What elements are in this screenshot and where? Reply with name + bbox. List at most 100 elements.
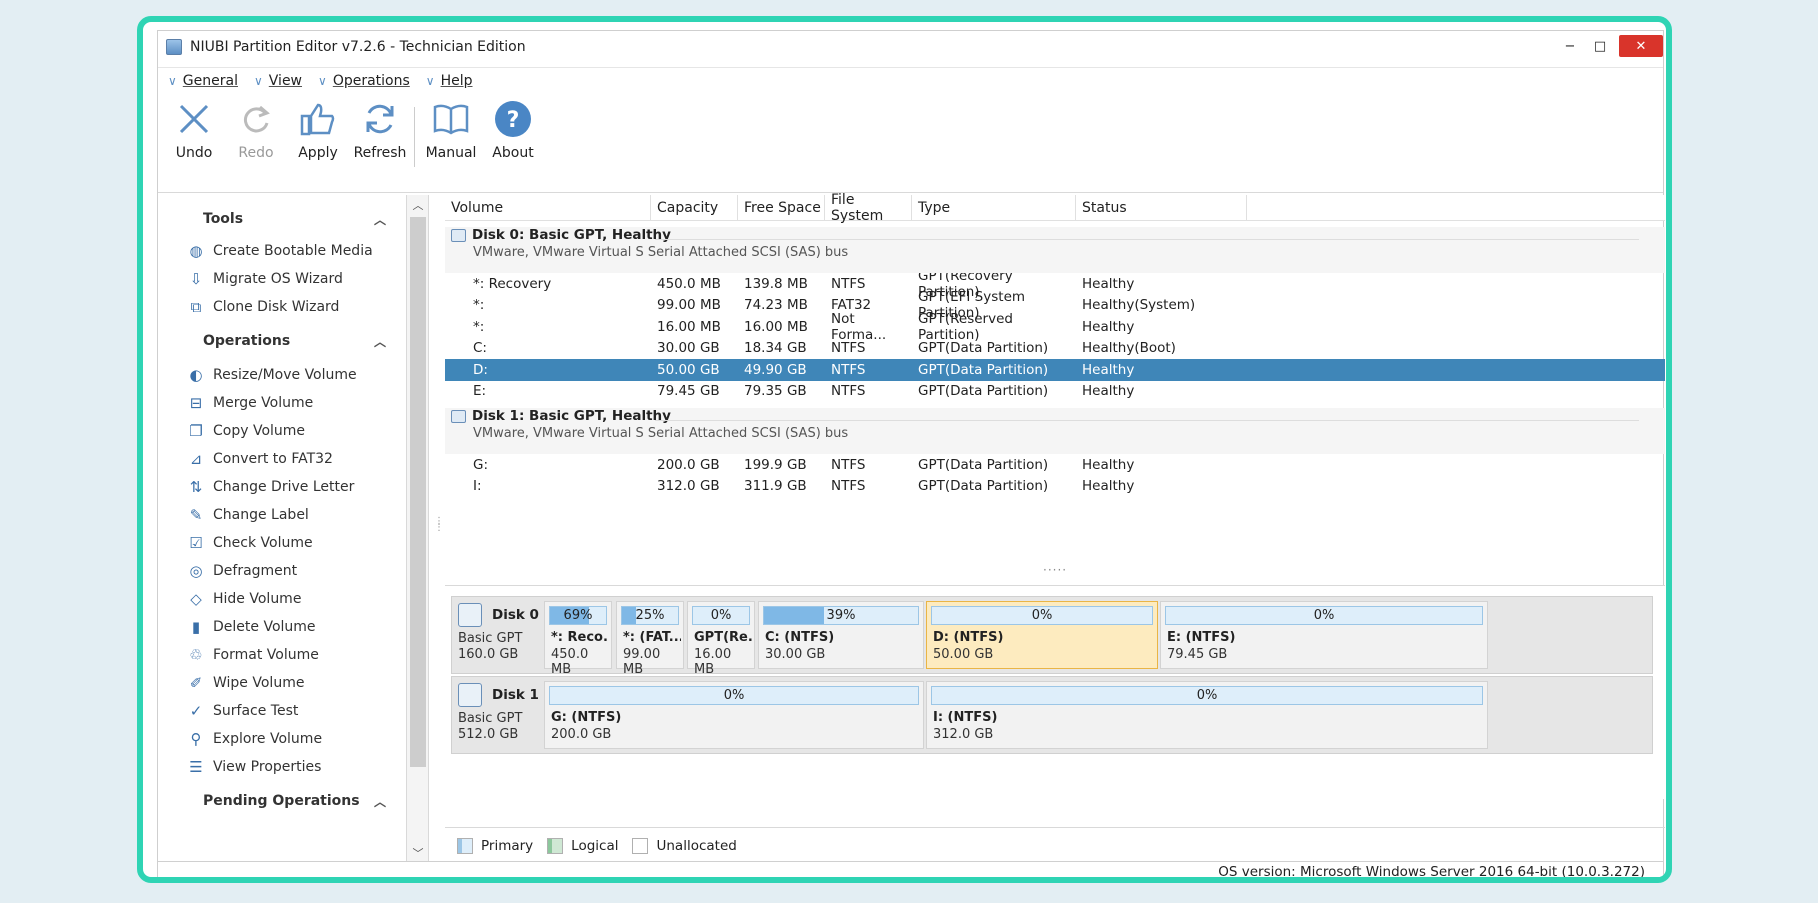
sidebar-item-change-label[interactable]: ✎ Change Label <box>158 501 406 529</box>
usage-bar: 0% <box>549 686 919 705</box>
partition-size: 450.0 MB <box>551 647 589 677</box>
os-version-text: OS version: Microsoft Windows Server 201… <box>1218 864 1645 880</box>
maximize-button[interactable]: □ <box>1585 35 1615 57</box>
disk-info[interactable]: Disk 0 Basic GPT 160.0 GB <box>458 603 544 663</box>
tools-section-header[interactable]: Tools ︿ <box>158 205 406 233</box>
partition-block[interactable]: 0% I: (NTFS) 312.0 GB <box>926 681 1488 749</box>
table-cell: 49.90 GB <box>744 361 807 378</box>
redo-button[interactable]: Redo <box>230 95 282 161</box>
sidebar-item-format-volume[interactable]: ♲ Format Volume <box>158 641 406 669</box>
sidebar-item-convert-to-fat32[interactable]: ⊿ Convert to FAT32 <box>158 445 406 473</box>
menu-general[interactable]: ∨ General <box>168 73 238 89</box>
partition-block[interactable]: 0% D: (NTFS) 50.00 GB <box>926 601 1158 669</box>
chevron-down-icon: ∨ <box>168 73 177 88</box>
status-bar: OS version: Microsoft Windows Server 201… <box>158 861 1663 880</box>
menu-view[interactable]: ∨ View <box>254 73 302 89</box>
table-cell: 450.0 MB <box>657 275 721 292</box>
chevron-down-icon: ∨ <box>253 73 263 88</box>
scroll-up-icon[interactable]: ︿ <box>407 197 429 213</box>
sidebar-item-create-bootable-media[interactable]: ◍ Create Bootable Media <box>158 237 406 265</box>
disk-group-header[interactable]: Disk 0: Basic GPT, Healthy VMware, VMware… <box>445 227 1665 273</box>
operations-section-header[interactable]: Operations ︿ <box>158 327 406 355</box>
disk-group-header[interactable]: Disk 1: Basic GPT, Healthy VMware, VMware… <box>445 408 1665 454</box>
usage-bar: 0% <box>931 606 1153 625</box>
table-row[interactable]: C: 30.00 GB 18.34 GB NTFS GPT(Data Partition… <box>445 338 1665 360</box>
sidebar-item-check-volume[interactable]: ☑ Check Volume <box>158 529 406 557</box>
disk-info[interactable]: Disk 1 Basic GPT 512.0 GB <box>458 683 544 743</box>
table-row[interactable]: D: 50.00 GB 49.90 GB NTFS GPT(Data Partition… <box>445 359 1665 381</box>
sidebar-item-wipe-volume[interactable]: ✐ Wipe Volume <box>158 669 406 697</box>
resize-handle[interactable]: ····· <box>1043 563 1067 577</box>
column-header-volume[interactable]: Volume <box>445 195 651 220</box>
refresh-button[interactable]: Refresh <box>354 95 406 161</box>
tools-list: ◍ Create Bootable Media ⇩ Migrate OS Wizard… <box>158 237 406 321</box>
table-row[interactable]: I: 312.0 GB 311.9 GB NTFS GPT(Data Partition… <box>445 476 1665 498</box>
column-header-filler <box>1247 195 1665 220</box>
table-cell: 199.9 GB <box>744 456 807 473</box>
usage-bar: 0% <box>1165 606 1483 625</box>
partition-block[interactable]: 0% GPT(Re... 16.00 MB <box>687 601 755 677</box>
sidebar-item-copy-volume[interactable]: ❐ Copy Volume <box>158 417 406 445</box>
sidebar-item-migrate-os-wizard[interactable]: ⇩ Migrate OS Wizard <box>158 265 406 293</box>
table-cell: NTFS <box>831 340 866 357</box>
sidebar-item-view-properties[interactable]: ☰ View Properties <box>158 753 406 781</box>
table-row[interactable]: E: 79.45 GB 79.35 GB NTFS GPT(Data Partition… <box>445 381 1665 403</box>
partition-block[interactable]: 25% *: (FAT... 99.00 MB <box>616 601 684 677</box>
sidebar-item-hide-volume[interactable]: ◇ Hide Volume <box>158 585 406 613</box>
undo-button[interactable]: Undo <box>168 95 220 161</box>
disk-map: Disk 0Basic GPT160.0 GB 69% *: Reco... 450.… <box>445 585 1665 799</box>
table-row[interactable]: G: 200.0 GB 199.9 GB NTFS GPT(Data Partition… <box>445 454 1665 476</box>
partition-block[interactable]: 39% C: (NTFS) 30.00 GB <box>758 601 924 669</box>
partition-size: 200.0 GB <box>551 727 612 742</box>
usage-bar: 0% <box>931 686 1483 705</box>
toolbar: Undo Redo Apply Refresh Manual ? About <box>158 95 1663 193</box>
partition-name: G: (NTFS) <box>551 710 622 725</box>
table-cell: 16.00 MB <box>744 318 808 335</box>
column-header-type[interactable]: Type <box>912 195 1076 220</box>
table-cell: *: Recovery <box>473 275 552 292</box>
table-cell: 99.00 MB <box>657 297 721 314</box>
sidebar-item-defragment[interactable]: ◎ Defragment <box>158 557 406 585</box>
menu-help[interactable]: ∨ Help <box>426 73 473 89</box>
scrollbar-thumb[interactable] <box>410 217 426 767</box>
sidebar-item-delete-volume[interactable]: ▮ Delete Volume <box>158 613 406 641</box>
manual-button[interactable]: Manual <box>425 95 477 161</box>
app-icon <box>166 39 182 55</box>
table-row[interactable]: *: 16.00 MB 16.00 MB Not Forma... GPT(Reserv… <box>445 311 1665 343</box>
partition-block[interactable]: 69% *: Reco... 450.0 MB <box>544 601 612 677</box>
about-button[interactable]: ? About <box>487 95 539 161</box>
chevron-up-icon: ︿ <box>373 212 386 227</box>
toolbar-separator <box>414 107 415 167</box>
minimize-button[interactable]: − <box>1555 35 1585 57</box>
sidebar-item-surface-test[interactable]: ✓ Surface Test <box>158 697 406 725</box>
apply-button[interactable]: Apply <box>292 95 344 161</box>
unallocated-swatch-icon <box>632 837 649 854</box>
column-header-capacity[interactable]: Capacity <box>651 195 738 220</box>
convert-icon: ⊿ <box>189 450 203 468</box>
thumbs-up-icon <box>298 99 338 139</box>
menu-operations[interactable]: ∨ Operations <box>318 73 410 89</box>
column-header-status[interactable]: Status <box>1076 195 1247 220</box>
sidebar-item-clone-disk-wizard[interactable]: ⧉ Clone Disk Wizard <box>158 293 406 321</box>
table-cell: GPT(Data Partition) <box>918 383 1049 400</box>
chevron-up-icon: ︿ <box>373 334 386 349</box>
column-header-free-space[interactable]: Free Space <box>738 195 825 220</box>
usage-percent: 0% <box>723 688 745 703</box>
sidebar-item-resize-move-volume[interactable]: ◐ Resize/Move Volume <box>158 361 406 389</box>
scroll-down-icon[interactable]: ﹀ <box>407 845 429 861</box>
sidebar-item-explore-volume[interactable]: ⚲ Explore Volume <box>158 725 406 753</box>
partition-block[interactable]: 0% G: (NTFS) 200.0 GB <box>544 681 924 749</box>
column-header-file-system[interactable]: File System <box>825 192 912 224</box>
close-button[interactable]: ✕ <box>1619 35 1663 57</box>
sidebar-scrollbar[interactable]: ︿ ﹀ <box>407 195 429 863</box>
pending-operations-header[interactable]: Pending Operations ︿ <box>158 787 406 815</box>
partition-block[interactable]: 0% E: (NTFS) 79.45 GB <box>1160 601 1488 669</box>
table-cell: GPT(Data Partition) <box>918 340 1049 357</box>
splitter-handle[interactable]: ⋮ ⋮ <box>434 517 444 543</box>
legend-primary: Primary <box>457 837 533 854</box>
table-cell: I: <box>473 478 482 495</box>
sidebar-item-merge-volume[interactable]: ⊟ Merge Volume <box>158 389 406 417</box>
globe-icon: ◍ <box>189 242 203 260</box>
merge-icon: ⊟ <box>189 394 203 412</box>
sidebar-item-change-drive-letter[interactable]: ⇅ Change Drive Letter <box>158 473 406 501</box>
